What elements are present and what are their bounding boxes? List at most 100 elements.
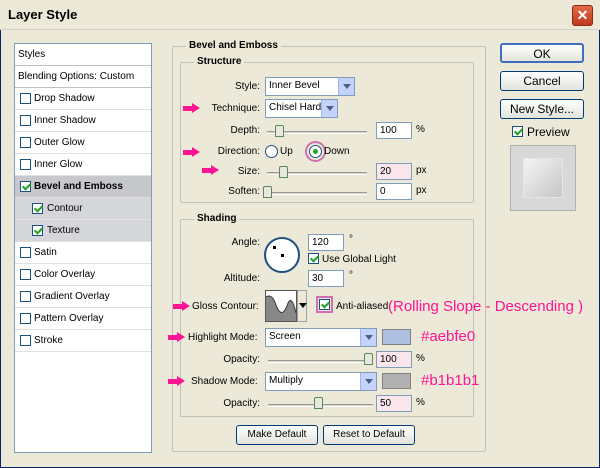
style-item-checkbox[interactable] bbox=[20, 269, 31, 280]
altitude-unit: ° bbox=[349, 270, 353, 281]
angle-dial[interactable] bbox=[264, 237, 300, 273]
direction-up-label: Up bbox=[280, 146, 293, 157]
preview-label: Preview bbox=[527, 125, 570, 139]
altitude-label: Altitude: bbox=[223, 273, 260, 284]
style-item-label: Inner Glow bbox=[34, 159, 83, 170]
chevron-down-icon bbox=[299, 303, 307, 308]
style-item-label: Satin bbox=[34, 247, 57, 258]
style-item-checkbox[interactable] bbox=[20, 93, 31, 104]
style-item-texture[interactable]: Texture bbox=[15, 220, 151, 242]
size-input[interactable]: 20 bbox=[376, 163, 412, 180]
reset-default-button[interactable]: Reset to Default bbox=[323, 425, 415, 445]
styles-header[interactable]: Styles bbox=[15, 44, 151, 66]
close-button[interactable]: ✕ bbox=[572, 5, 593, 26]
style-label: Style: bbox=[234, 81, 260, 92]
style-item-contour[interactable]: Contour bbox=[15, 198, 151, 220]
depth-label: Depth: bbox=[230, 125, 260, 136]
gloss-contour-thumbnail[interactable] bbox=[265, 290, 297, 322]
chevron-down-icon bbox=[360, 373, 376, 390]
style-item-gradient-overlay[interactable]: Gradient Overlay bbox=[15, 286, 151, 308]
preview-texture bbox=[523, 158, 563, 198]
angle-label: Angle: bbox=[231, 237, 260, 248]
shadow-mode-select[interactable]: Multiply bbox=[265, 372, 377, 391]
depth-input[interactable]: 100 bbox=[376, 122, 412, 139]
pink-arrow-icon bbox=[183, 103, 201, 113]
style-item-label: Color Overlay bbox=[34, 269, 96, 280]
style-item-checkbox[interactable] bbox=[20, 181, 31, 192]
direction-down-radio[interactable] bbox=[309, 145, 322, 158]
style-item-checkbox[interactable] bbox=[20, 247, 31, 258]
shadow-hex-annotation: #b1b1b1 bbox=[421, 372, 480, 389]
technique-label: Technique: bbox=[211, 103, 260, 114]
highlight-opacity-track[interactable] bbox=[268, 360, 373, 363]
size-unit: px bbox=[416, 165, 427, 176]
style-item-checkbox[interactable] bbox=[20, 291, 31, 302]
new-style-button[interactable]: New Style... bbox=[500, 99, 584, 119]
chevron-down-icon bbox=[321, 100, 337, 117]
highlight-hex-annotation: #aebfe0 bbox=[421, 328, 476, 345]
cancel-button[interactable]: Cancel bbox=[500, 71, 584, 91]
pink-arrow-icon bbox=[168, 332, 186, 342]
gloss-contour-dropdown[interactable] bbox=[297, 290, 307, 322]
style-select[interactable]: Inner Bevel bbox=[265, 77, 355, 96]
style-item-color-overlay[interactable]: Color Overlay bbox=[15, 264, 151, 286]
style-item-checkbox[interactable] bbox=[20, 313, 31, 324]
style-item-outer-glow[interactable]: Outer Glow bbox=[15, 132, 151, 154]
soften-slider-track[interactable] bbox=[267, 192, 367, 195]
bevel-emboss-title: Bevel and Emboss bbox=[186, 40, 281, 51]
soften-unit: px bbox=[416, 185, 427, 196]
technique-select[interactable]: Chisel Hard bbox=[265, 99, 338, 118]
use-global-light-checkbox[interactable] bbox=[308, 253, 319, 264]
size-label: Size: bbox=[237, 166, 260, 177]
size-slider-thumb[interactable] bbox=[279, 166, 288, 178]
soften-slider-thumb[interactable] bbox=[263, 186, 272, 198]
make-default-button[interactable]: Make Default bbox=[236, 425, 318, 445]
style-item-checkbox[interactable] bbox=[20, 115, 31, 126]
highlight-mode-select[interactable]: Screen bbox=[265, 328, 377, 347]
altitude-input[interactable]: 30 bbox=[308, 270, 344, 287]
ok-button[interactable]: OK bbox=[500, 43, 584, 63]
angle-input[interactable]: 120 bbox=[308, 234, 344, 251]
direction-down-label: Down bbox=[324, 146, 350, 157]
pink-arrow-icon bbox=[183, 147, 201, 157]
style-item-checkbox[interactable] bbox=[32, 225, 43, 236]
shadow-opacity-thumb[interactable] bbox=[314, 397, 323, 409]
pink-arrow-icon bbox=[168, 376, 186, 386]
chevron-down-icon bbox=[360, 329, 376, 346]
style-item-checkbox[interactable] bbox=[20, 335, 31, 346]
direction-up-radio[interactable] bbox=[265, 145, 278, 158]
shadow-opacity-unit: % bbox=[416, 397, 425, 408]
style-item-checkbox[interactable] bbox=[32, 203, 43, 214]
soften-label: Soften: bbox=[228, 186, 260, 197]
style-value: Inner Bevel bbox=[269, 80, 320, 91]
style-item-checkbox[interactable] bbox=[20, 159, 31, 170]
structure-title: Structure bbox=[194, 56, 245, 67]
highlight-opacity-input[interactable]: 100 bbox=[376, 351, 412, 368]
anti-aliased-checkbox[interactable] bbox=[319, 299, 330, 310]
preview-checkbox[interactable] bbox=[512, 126, 523, 137]
shadow-mode-label: Shadow Mode: bbox=[191, 376, 258, 387]
style-item-bevel-and-emboss[interactable]: Bevel and Emboss bbox=[15, 176, 151, 198]
shadow-opacity-label: Opacity: bbox=[223, 398, 260, 409]
soften-input[interactable]: 0 bbox=[376, 183, 412, 200]
depth-unit: % bbox=[416, 124, 425, 135]
shadow-mode-value: Multiply bbox=[269, 375, 303, 386]
style-item-drop-shadow[interactable]: Drop Shadow bbox=[15, 88, 151, 110]
shadow-opacity-input[interactable]: 50 bbox=[376, 395, 412, 412]
style-item-label: Texture bbox=[47, 225, 80, 236]
highlight-opacity-thumb[interactable] bbox=[364, 353, 373, 365]
shadow-color-swatch[interactable] bbox=[382, 373, 411, 389]
blending-options-item[interactable]: Blending Options: Custom bbox=[15, 66, 151, 88]
style-item-pattern-overlay[interactable]: Pattern Overlay bbox=[15, 308, 151, 330]
highlight-color-swatch[interactable] bbox=[382, 329, 411, 345]
style-item-stroke[interactable]: Stroke bbox=[15, 330, 151, 352]
depth-slider-thumb[interactable] bbox=[275, 125, 284, 137]
style-item-label: Gradient Overlay bbox=[34, 291, 110, 302]
direction-label: Direction: bbox=[217, 146, 260, 157]
angle-unit: ° bbox=[349, 234, 353, 245]
style-item-inner-shadow[interactable]: Inner Shadow bbox=[15, 110, 151, 132]
style-item-checkbox[interactable] bbox=[20, 137, 31, 148]
highlight-opacity-label: Opacity: bbox=[223, 354, 260, 365]
style-item-satin[interactable]: Satin bbox=[15, 242, 151, 264]
style-item-inner-glow[interactable]: Inner Glow bbox=[15, 154, 151, 176]
